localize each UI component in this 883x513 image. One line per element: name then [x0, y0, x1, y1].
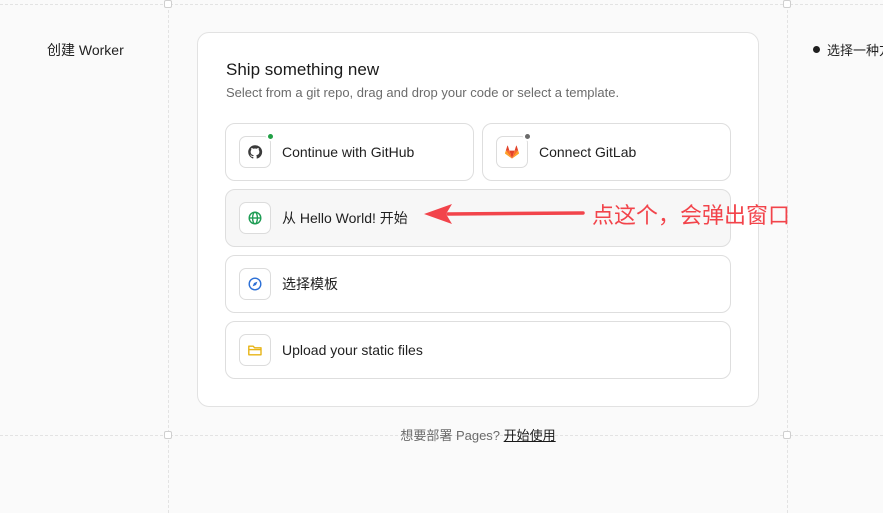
- resize-handle[interactable]: [164, 0, 172, 8]
- pages-start-link[interactable]: 开始使用: [504, 428, 556, 443]
- pages-prompt: 想要部署 Pages?: [400, 428, 501, 443]
- guide-line-top: [0, 4, 883, 5]
- upload-option-label: Upload your static files: [282, 342, 423, 358]
- gitlab-icon: [496, 132, 532, 168]
- template-option-button[interactable]: 选择模板: [225, 255, 731, 313]
- hello-world-option-label: 从 Hello World! 开始: [282, 210, 408, 226]
- connected-status-dot: [266, 132, 275, 141]
- globe-icon: [239, 202, 271, 234]
- annotation-arrow-icon: [424, 204, 585, 224]
- step-item: 选择一种方: [813, 40, 883, 59]
- resize-handle[interactable]: [783, 0, 791, 8]
- disconnected-status-dot: [523, 132, 532, 141]
- pages-footer: 想要部署 Pages? 开始使用: [0, 425, 883, 444]
- page-title: 创建 Worker: [47, 42, 124, 58]
- github-option-label: Continue with GitHub: [282, 144, 415, 160]
- github-option-button[interactable]: Continue with GitHub: [225, 123, 474, 181]
- gitlab-option-button[interactable]: Connect GitLab: [482, 123, 731, 181]
- folder-icon: [239, 334, 271, 366]
- card-title: Ship something new: [226, 60, 380, 79]
- github-icon: [239, 132, 275, 168]
- upload-option-button[interactable]: Upload your static files: [225, 321, 731, 379]
- annotation-text: 点这个，会弹出窗口: [592, 203, 791, 228]
- template-option-label: 选择模板: [282, 276, 338, 292]
- step-label: 选择一种方: [827, 43, 883, 58]
- gitlab-option-label: Connect GitLab: [539, 144, 637, 160]
- card-subtitle: Select from a git repo, drag and drop yo…: [226, 85, 620, 100]
- step-bullet-icon: [813, 46, 820, 53]
- compass-icon: [239, 268, 271, 300]
